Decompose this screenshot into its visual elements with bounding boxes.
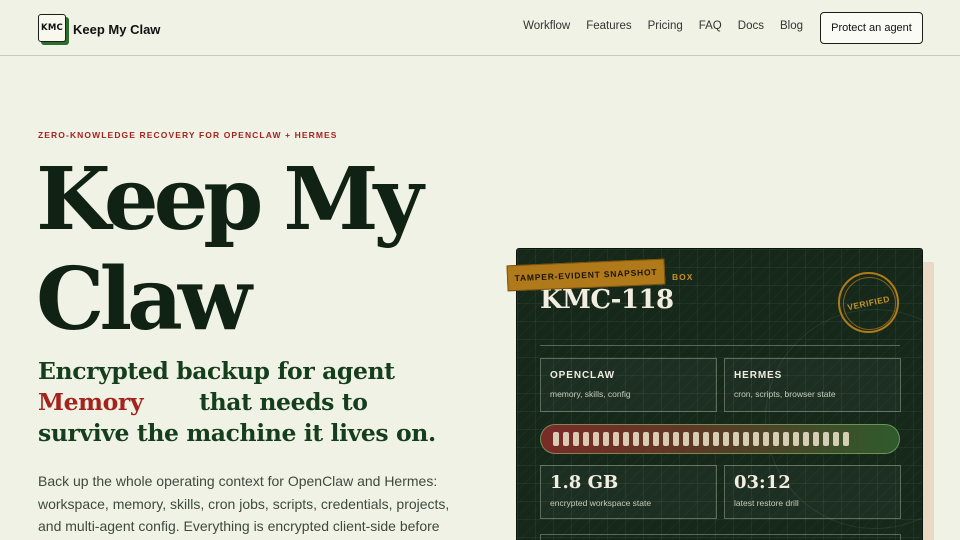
subheading-line-1: Encrypted backup for agent (38, 357, 395, 385)
nav-pricing[interactable]: Pricing (648, 20, 683, 32)
hero-title-line-1: Keep My (36, 149, 424, 250)
progress-segment (643, 432, 649, 446)
site-header: KMC Keep My Claw Workflow Features Prici… (0, 0, 960, 56)
nav-faq[interactable]: FAQ (699, 20, 722, 32)
progress-segment (753, 432, 759, 446)
hero-title-line-2: Claw (36, 249, 252, 350)
progress-segment (713, 432, 719, 446)
nav-features[interactable]: Features (586, 20, 631, 32)
subheading-line-3: survive the machine it lives on. (38, 419, 436, 447)
subheading-line-2: Memory that needs to (38, 387, 498, 418)
progress-segment (673, 432, 679, 446)
progress-segment (563, 432, 569, 446)
progress-segment (593, 432, 599, 446)
brand-name: Keep My Claw (73, 21, 161, 37)
progress-segment (603, 432, 609, 446)
subheading-line-2-rest: that needs to (199, 388, 368, 416)
snapshot-progress-bar (540, 424, 900, 454)
progress-segment (573, 432, 579, 446)
progress-segment (703, 432, 709, 446)
tile-hermes: HERMES cron, scripts, browser state (724, 358, 901, 412)
snapshot-id: KMC-118 (540, 285, 674, 315)
stat-restore-drill: 03:12 latest restore drill (724, 465, 901, 519)
card-bottom-tile (540, 534, 901, 540)
tile-hermes-title: HERMES (734, 370, 783, 381)
stat-workspace-label: encrypted workspace state (550, 498, 652, 508)
protect-agent-button[interactable]: Protect an agent (820, 12, 923, 44)
logo-mark-text: KMC (38, 14, 66, 42)
verified-seal: VERIFIED (838, 272, 899, 333)
stat-workspace-value: 1.8 GB (550, 472, 619, 493)
stat-workspace-size: 1.8 GB encrypted workspace state (540, 465, 717, 519)
tile-hermes-sub: cron, scripts, browser state (734, 389, 836, 399)
tile-openclaw-sub: memory, skills, config (550, 389, 631, 399)
brand-logo[interactable]: KMC Keep My Claw (38, 14, 161, 45)
tile-openclaw-title: OPENCLAW (550, 370, 615, 381)
stat-restore-value: 03:12 (734, 472, 791, 493)
nav-docs[interactable]: Docs (738, 20, 764, 32)
progress-segment (843, 432, 849, 446)
logo-mark: KMC (38, 14, 69, 45)
progress-segment (653, 432, 659, 446)
progress-segment (663, 432, 669, 446)
progress-segment (743, 432, 749, 446)
main-nav: Workflow Features Pricing FAQ Docs Blog (523, 20, 803, 32)
progress-segment (623, 432, 629, 446)
stat-restore-label: latest restore drill (734, 498, 799, 508)
card-divider (540, 345, 900, 346)
nav-blog[interactable]: Blog (780, 20, 803, 32)
progress-segment (833, 432, 839, 446)
progress-segment (793, 432, 799, 446)
progress-segment (583, 432, 589, 446)
tile-openclaw: OPENCLAW memory, skills, config (540, 358, 717, 412)
hero-title: Keep My Claw (36, 149, 424, 350)
progress-segment (803, 432, 809, 446)
progress-segment (693, 432, 699, 446)
progress-segment (683, 432, 689, 446)
progress-segment (633, 432, 639, 446)
hero-description: Back up the whole operating context for … (38, 473, 450, 534)
verified-seal-text: VERIFIED (846, 293, 891, 312)
progress-segment (733, 432, 739, 446)
hero-eyebrow: ZERO-KNOWLEDGE RECOVERY FOR OPENCLAW + H… (38, 130, 338, 140)
hero-subheading: Encrypted backup for agent Memory that ne… (38, 356, 498, 449)
progress-segment (813, 432, 819, 446)
nav-workflow[interactable]: Workflow (523, 20, 570, 32)
progress-segment (783, 432, 789, 446)
card-label-suffix: BOX (672, 272, 694, 282)
progress-segment (823, 432, 829, 446)
subheading-highlight: Memory (38, 388, 144, 416)
progress-segment (773, 432, 779, 446)
progress-segment (613, 432, 619, 446)
progress-segment (553, 432, 559, 446)
progress-segment (723, 432, 729, 446)
progress-segment (763, 432, 769, 446)
